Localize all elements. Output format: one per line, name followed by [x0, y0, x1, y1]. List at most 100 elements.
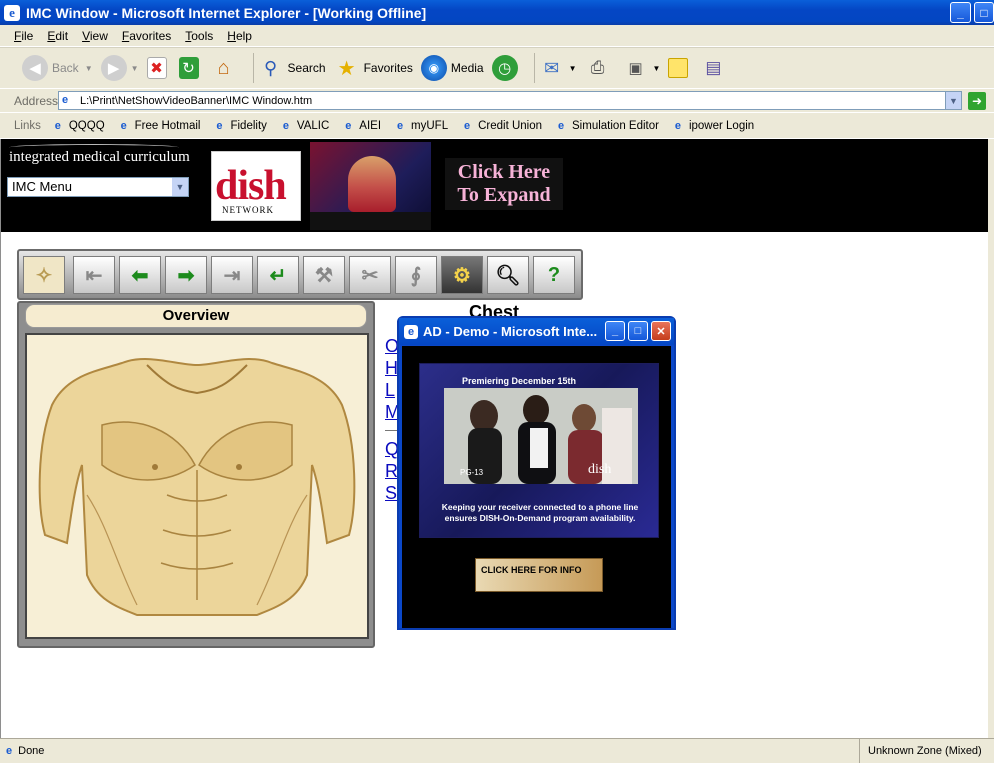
link-valic[interactable]: e VALIC — [279, 119, 329, 133]
link-myufl[interactable]: e myUFL — [393, 119, 448, 133]
page-icon: e — [674, 119, 682, 132]
search-icon: ⚲ — [263, 57, 278, 78]
ad-demo-popup-window: e AD - Demo - Microsoft Inte... _ □ ✕ Pr… — [397, 316, 676, 630]
link-free-hotmail[interactable]: e Free Hotmail — [117, 119, 201, 133]
page-icon: e — [282, 119, 289, 132]
imc-menu-select[interactable]: IMC Menu ▼ — [7, 177, 189, 197]
scrollbar-edge[interactable] — [988, 139, 994, 738]
toolbar-separator — [252, 53, 254, 83]
link-fidelity[interactable]: e Fidelity — [212, 119, 267, 133]
link-label: Fidelity — [230, 119, 267, 132]
forward-arrow-icon: ▶ — [100, 55, 127, 81]
menu-tools[interactable]: Tools — [185, 29, 213, 43]
first-page-button[interactable]: ⇤ — [73, 256, 115, 294]
favorites-button[interactable]: ★ Favorites — [334, 55, 413, 81]
chevron-down-icon[interactable]: ▼ — [172, 178, 188, 196]
popup-close-button[interactable]: ✕ — [651, 321, 671, 341]
back-button[interactable]: ◀ Back ▼ — [22, 55, 93, 81]
forward-button[interactable]: ▶ ▼ — [100, 55, 139, 81]
page-icon: e — [6, 745, 13, 757]
search-label: Search — [287, 61, 326, 75]
link-label: Simulation Editor — [572, 119, 659, 132]
last-page-button[interactable]: ⇥ — [211, 256, 253, 294]
menu-help[interactable]: Help — [227, 29, 252, 43]
media-icon: ◉ — [420, 55, 447, 81]
body-figure-button[interactable]: ✧ — [23, 256, 65, 294]
forward-arrow-button[interactable]: ➡ — [165, 256, 207, 294]
address-input[interactable]: e L:\Print\NetShowVideoBanner\IMC Window… — [58, 91, 962, 110]
ad-video[interactable]: Premiering December 15th PG-13 dish Keep… — [419, 363, 659, 538]
stethoscope-button[interactable]: ∮ — [395, 256, 437, 294]
refresh-icon: ↻ — [178, 57, 199, 79]
help-button[interactable]: ? — [533, 256, 575, 294]
microscope-button[interactable]: ⚙ — [441, 256, 483, 294]
chevron-down-icon[interactable]: ▼ — [945, 92, 961, 109]
menu-view[interactable]: View — [82, 29, 108, 43]
history-button[interactable]: ◷ — [491, 55, 522, 81]
link-ipower-login[interactable]: e ipower Login — [671, 119, 754, 133]
dish-logo-subtext: NETWORK — [222, 205, 274, 215]
chevron-down-icon[interactable]: ▼ — [653, 64, 661, 73]
menu-bar: File Edit View Favorites Tools Help — [0, 25, 994, 47]
link-label: VALIC — [296, 119, 330, 132]
go-button[interactable]: ➜ — [968, 92, 986, 110]
toolbar-separator — [533, 53, 535, 83]
mail-icon: ✉ — [544, 57, 560, 78]
discuss-button[interactable] — [668, 58, 692, 78]
research-icon: ▤ — [705, 58, 722, 77]
magnifier-button[interactable]: 🔍︎ — [487, 256, 529, 294]
popup-content: Premiering December 15th PG-13 dish Keep… — [402, 346, 671, 628]
window-title: IMC Window - Microsoft Internet Explorer… — [26, 4, 427, 21]
video-dish-logo: dish — [588, 462, 612, 477]
scissors-button[interactable]: ✂ — [349, 256, 391, 294]
ad-message: Keeping your receiver connected to a pho… — [441, 502, 639, 523]
menu-favorites[interactable]: Favorites — [122, 29, 171, 43]
news-anchor-video-thumbnail[interactable] — [310, 142, 431, 230]
imc-nav-toolbar: ✧ ⇤ ⬅ ➡ ⇥ ↵ ⚒ ✂ ∮ ⚙ 🔍︎ ? — [17, 249, 583, 300]
click-for-info-button[interactable]: CLICK HERE FOR INFO — [475, 558, 603, 592]
link-credit-union[interactable]: e Credit Union — [460, 119, 542, 133]
dish-logo-text: dish — [215, 163, 287, 209]
mail-button[interactable]: ✉ ▼ — [539, 55, 577, 81]
page-icon: e — [464, 119, 471, 132]
research-button[interactable]: ▤ — [700, 55, 730, 81]
overview-panel: Overview — [17, 301, 375, 648]
chevron-down-icon[interactable]: ▼ — [569, 64, 577, 73]
status-bar: e Done Unknown Zone (Mixed) — [0, 738, 994, 763]
popup-maximize-button[interactable]: □ — [628, 321, 648, 341]
popup-minimize-button[interactable]: _ — [605, 321, 625, 341]
return-button[interactable]: ↵ — [257, 256, 299, 294]
chevron-down-icon[interactable]: ▼ — [85, 64, 93, 73]
video-caption-bar — [310, 212, 431, 230]
back-arrow-button[interactable]: ⬅ — [119, 256, 161, 294]
click-to-expand-button[interactable]: Click Here To Expand — [445, 158, 563, 210]
reflex-hammer-button[interactable]: ⚒ — [303, 256, 345, 294]
search-button[interactable]: ⚲ Search — [258, 55, 326, 81]
refresh-button[interactable]: ↻ — [178, 57, 203, 79]
menu-edit[interactable]: Edit — [47, 29, 68, 43]
maximize-button[interactable]: □ — [974, 2, 994, 23]
note-icon — [668, 58, 689, 78]
link-aiei[interactable]: e AIEI — [341, 119, 381, 133]
home-button[interactable]: ⌂ — [211, 55, 241, 81]
history-icon: ◷ — [491, 55, 518, 81]
links-label: Links — [14, 119, 41, 132]
media-button[interactable]: ◉ Media — [420, 55, 484, 81]
link-label: AIEI — [359, 119, 382, 132]
media-label: Media — [450, 61, 484, 75]
page-icon: e — [345, 119, 352, 132]
imc-menu-value: IMC Menu — [12, 179, 72, 194]
minimize-button[interactable]: _ — [950, 2, 971, 23]
print-button[interactable]: ⎙ — [585, 55, 615, 81]
dish-network-logo[interactable]: dish NETWORK — [211, 151, 301, 221]
chevron-down-icon[interactable]: ▼ — [131, 64, 139, 73]
edit-button[interactable]: ▣ ▼ — [623, 55, 661, 81]
menu-file[interactable]: File — [14, 29, 33, 43]
links-bar: Links e QQQQ e Free Hotmail e Fidelity e VAL… — [0, 112, 994, 138]
link-qqqq[interactable]: e QQQQ — [51, 119, 105, 133]
back-label: Back — [52, 61, 79, 75]
stop-button[interactable]: ✖ — [146, 57, 171, 79]
link-simulation-editor[interactable]: e Simulation Editor — [554, 119, 659, 133]
rating-label: PG-13 — [460, 468, 484, 477]
star-icon: ★ — [337, 57, 356, 80]
